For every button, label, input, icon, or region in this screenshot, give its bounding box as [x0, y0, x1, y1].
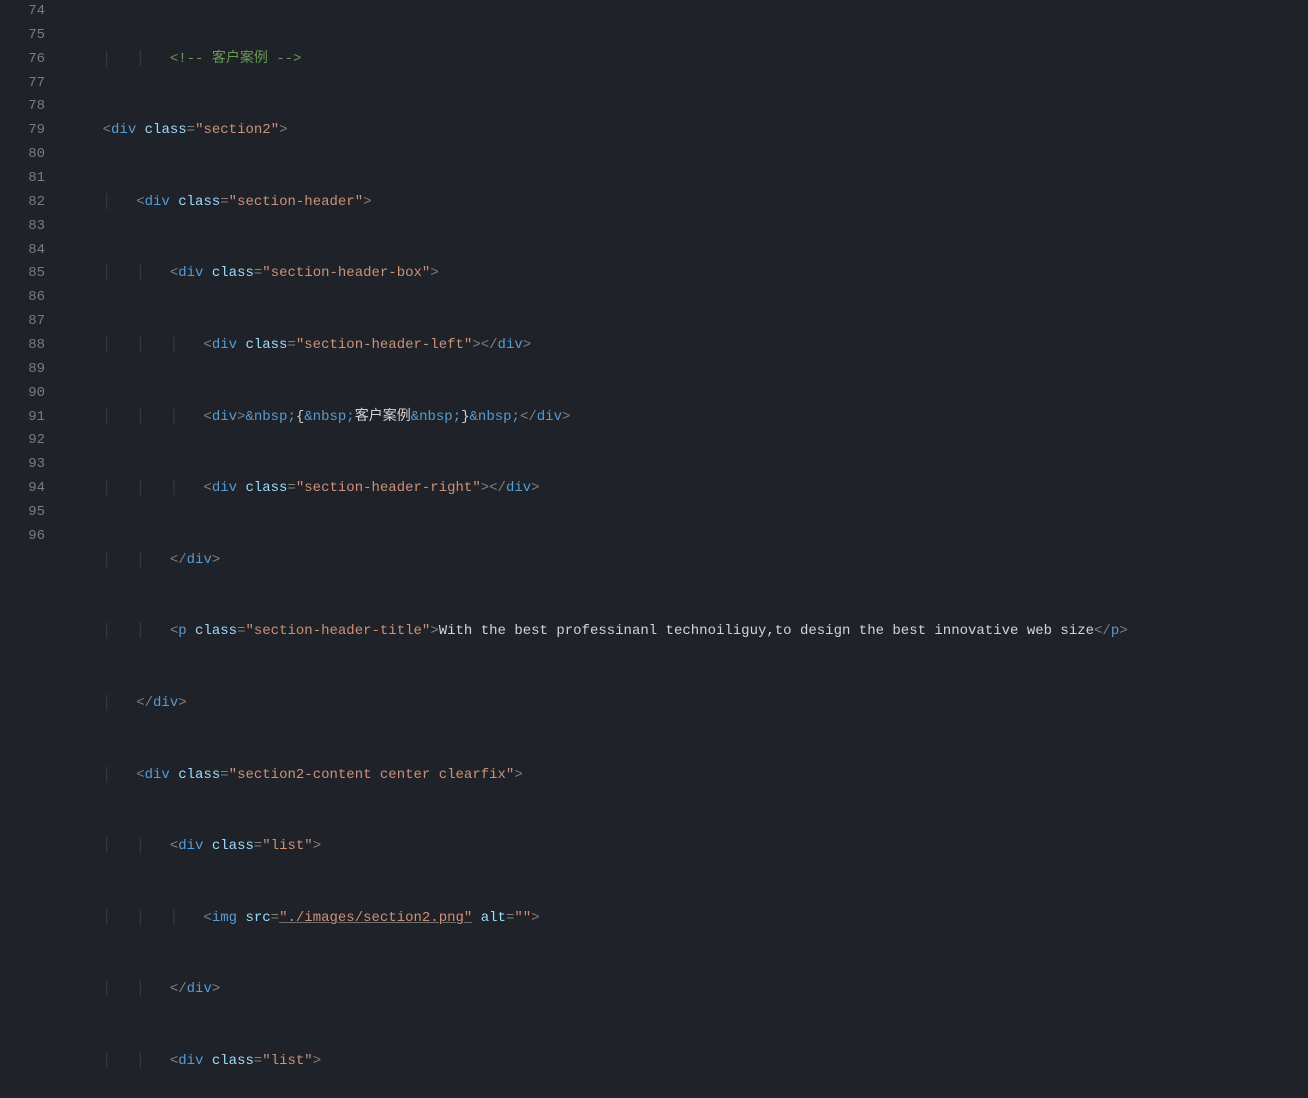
line-number: 93 — [0, 453, 45, 477]
line-number: 78 — [0, 95, 45, 119]
line-number: 95 — [0, 501, 45, 525]
line-number: 80 — [0, 143, 45, 167]
code-line[interactable]: │ │ │ <img src="./images/section2.png" a… — [69, 907, 1308, 931]
code-line[interactable]: │ <div class="section2-content center cl… — [69, 764, 1308, 788]
code-line[interactable]: │ │ │ <div>&nbsp;{&nbsp;客户案例&nbsp;}&nbsp… — [69, 406, 1308, 430]
line-number: 77 — [0, 72, 45, 96]
code-line[interactable]: │ │ <div class="list"> — [69, 835, 1308, 859]
code-line[interactable]: │ │ </div> — [69, 549, 1308, 573]
code-line[interactable]: │ │ <p class="section-header-title">With… — [69, 620, 1308, 644]
code-editor: 74 75 76 77 78 79 80 81 82 83 84 85 86 8… — [0, 0, 1308, 1098]
line-number: 85 — [0, 262, 45, 286]
line-number: 81 — [0, 167, 45, 191]
code-line[interactable]: │ │ │ <div class="section-header-left"><… — [69, 334, 1308, 358]
line-number: 84 — [0, 239, 45, 263]
code-line[interactable]: │ │ <div class="list"> — [69, 1050, 1308, 1074]
line-number: 91 — [0, 406, 45, 430]
line-number: 76 — [0, 48, 45, 72]
line-number: 74 — [0, 0, 45, 24]
code-line[interactable]: │ │ │ <div class="section-header-right">… — [69, 477, 1308, 501]
line-number: 94 — [0, 477, 45, 501]
line-number-gutter: 74 75 76 77 78 79 80 81 82 83 84 85 86 8… — [0, 0, 65, 1098]
code-content[interactable]: │ │ <!-- 客户案例 --> <div class="section2">… — [65, 0, 1308, 1098]
code-line[interactable]: │ </div> — [69, 692, 1308, 716]
code-line[interactable]: │ │ <!-- 客户案例 --> — [69, 48, 1308, 72]
line-number: 83 — [0, 215, 45, 239]
code-line[interactable]: │ │ </div> — [69, 978, 1308, 1002]
line-number: 89 — [0, 358, 45, 382]
line-number: 86 — [0, 286, 45, 310]
line-number: 90 — [0, 382, 45, 406]
line-number: 96 — [0, 525, 45, 549]
line-number: 75 — [0, 24, 45, 48]
code-line[interactable]: <div class="section2"> — [69, 119, 1308, 143]
line-number: 92 — [0, 429, 45, 453]
line-number: 79 — [0, 119, 45, 143]
code-line[interactable]: │ │ <div class="section-header-box"> — [69, 262, 1308, 286]
code-line[interactable]: │ <div class="section-header"> — [69, 191, 1308, 215]
line-number: 87 — [0, 310, 45, 334]
line-number: 82 — [0, 191, 45, 215]
line-number: 88 — [0, 334, 45, 358]
